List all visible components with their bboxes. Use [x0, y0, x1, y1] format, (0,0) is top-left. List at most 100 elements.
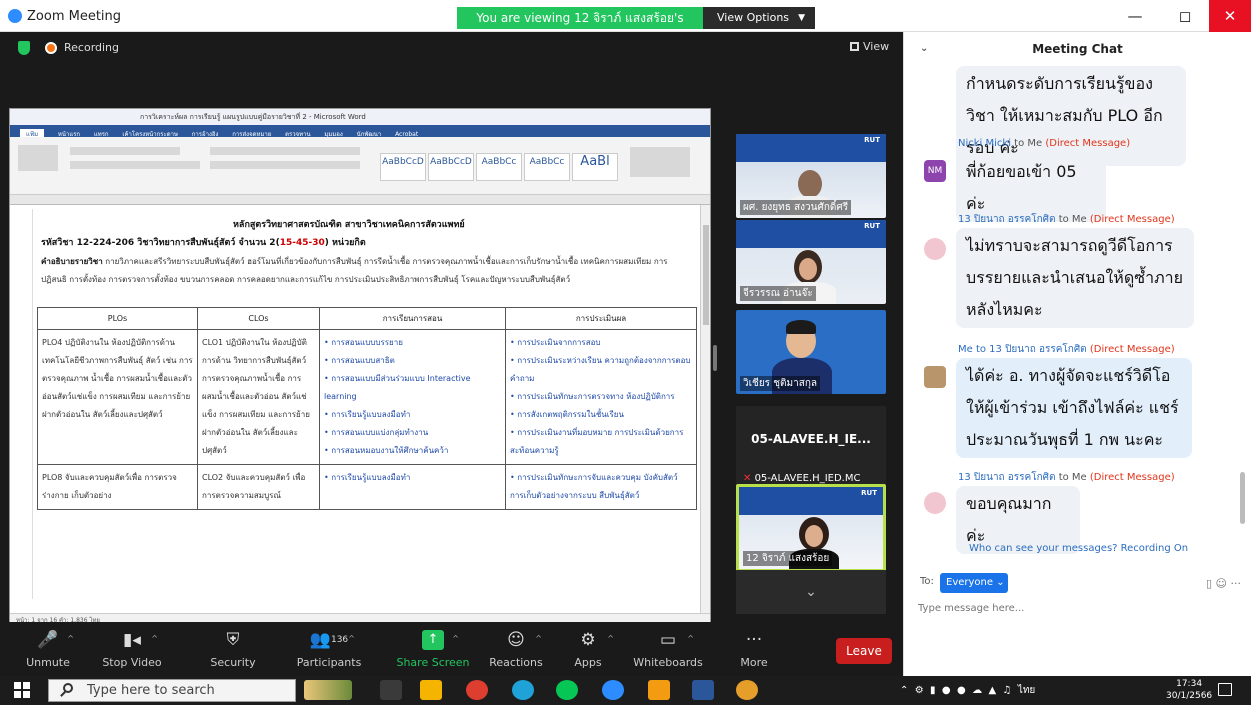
list-item: การประเมินทักษะการตรวจทาง ห้องปฏิบัติการ — [510, 388, 692, 406]
unmute-button[interactable]: 🎤 ^ Unmute — [8, 622, 88, 676]
word-icon[interactable] — [692, 680, 714, 700]
doc-title: หลักสูตรวิทยาศาสตรบัณฑิต สาขาวิชาเทคนิคก… — [233, 220, 465, 230]
file-icon[interactable]: ▯ — [1206, 577, 1212, 590]
chrome-icon[interactable] — [466, 680, 488, 700]
encryption-shield-icon — [18, 41, 30, 55]
document-page[interactable]: หลักสูตรวิทยาศาสตรบัณฑิต สาขาวิชาเทคนิคก… — [32, 209, 702, 599]
participant-name-large: 05-ALAVEE.H_IE... — [751, 432, 871, 446]
line-icon[interactable] — [556, 680, 578, 700]
who-can-see-link[interactable]: Who can see your messages? Recording On — [969, 543, 1188, 554]
list-item: การเรียนรู้แบบลงมือทำ — [324, 406, 501, 424]
editing-group[interactable] — [630, 147, 690, 177]
zoom-taskbar-icon[interactable] — [602, 680, 624, 700]
caret-up-icon[interactable]: ^ — [348, 634, 355, 643]
security-button[interactable]: ⛨ Security — [193, 622, 273, 676]
apps-button[interactable]: ⚙ ^ Apps — [548, 622, 628, 676]
chat-recipient-select[interactable]: Everyone ⌄ — [940, 573, 1008, 593]
taskbar-clock[interactable]: 17:34 30/1/2566 — [1166, 678, 1212, 702]
view-button[interactable]: View — [850, 40, 889, 53]
paragraph-buttons[interactable] — [210, 147, 360, 155]
style-heading1[interactable]: AaBbCc — [476, 153, 522, 181]
word-scrollbar[interactable] — [700, 205, 710, 613]
more-dots-icon[interactable]: ··· — [1231, 577, 1242, 590]
windows-start-icon[interactable] — [14, 682, 31, 699]
minimize-button[interactable]: — — [1112, 0, 1158, 32]
meeting-chat-panel: ⌄ Meeting Chat กำหนดระดับการเรียนรู้ของว… — [903, 32, 1251, 676]
active-speaker-tile[interactable]: RUT 12 จิราภ์ แสงสร้อย — [736, 484, 886, 572]
caret-up-icon[interactable]: ^ — [535, 634, 542, 643]
list-item: การสอนแบบบรรยาย — [324, 334, 501, 352]
list-item: การประเมินระหว่างเรียน ความถูกต้องจากการ… — [510, 352, 692, 388]
weather-widget-icon[interactable] — [304, 680, 352, 700]
shield-icon: ⛨ — [226, 630, 240, 650]
app-icon[interactable] — [648, 680, 670, 700]
whiteboard-icon: ▭ — [659, 630, 677, 650]
desc-label: คำอธิบายรายวิชา — [41, 257, 103, 266]
font-name-box[interactable] — [70, 147, 180, 155]
chat-recipient: to Me — [1014, 138, 1043, 149]
viewing-banner: You are viewing 12 จิราภ์ แสงสร้อย's scr… — [457, 7, 703, 47]
chat-sender: Me to 13 ปิยนาถ อรรคโกศิต — [958, 344, 1087, 355]
style-title[interactable]: AaBl — [572, 153, 618, 181]
course-credit-hours: 15-45-30 — [279, 238, 325, 248]
style-no-spacing[interactable]: AaBbCcD — [428, 153, 474, 181]
unmute-label: Unmute — [26, 656, 70, 669]
close-button[interactable]: ✕ — [1209, 0, 1251, 32]
leave-button[interactable]: Leave — [836, 638, 892, 664]
edge-icon[interactable] — [512, 680, 534, 700]
whiteboards-button[interactable]: ▭ ^ Whiteboards — [628, 622, 708, 676]
gallery-collapse-button[interactable]: ⌄ — [736, 570, 886, 614]
table-cell-eval: การประเมินจากการสอบ การประเมินระหว่างเรี… — [505, 329, 697, 465]
caret-up-icon[interactable]: ^ — [687, 634, 694, 643]
system-tray[interactable]: ⌃ ⚙ ▮ ● ● ☁ ▲ ♫ ไทย — [900, 676, 1035, 705]
notification-icon[interactable] — [1218, 683, 1232, 696]
alignment-buttons[interactable] — [210, 161, 360, 169]
font-format-buttons[interactable] — [70, 161, 200, 169]
task-view-icon[interactable] — [380, 680, 402, 700]
shared-screen-word-document[interactable]: การวิเคราะห์ผล การเรียนรู้ แผนรูปแบบคู่ม… — [9, 108, 711, 628]
emoji-icon[interactable]: ☺ — [1216, 577, 1227, 590]
recording-icon[interactable] — [45, 42, 57, 54]
slide-logo: RUT — [861, 489, 877, 497]
maximize-button[interactable]: ◻ — [1162, 0, 1208, 32]
list-item: การสอนแบบมีส่วนร่วมแบบ Interactive learn… — [324, 370, 501, 406]
view-options-button[interactable]: View Options ▼ — [703, 7, 815, 29]
split-resize-handle[interactable] — [713, 345, 717, 371]
share-screen-button[interactable]: ↑ ^ Share Screen — [393, 622, 473, 676]
chevron-down-icon: ⌄ — [996, 577, 1005, 588]
file-explorer-icon[interactable] — [420, 680, 442, 700]
style-normal[interactable]: AaBbCcD — [380, 153, 426, 181]
chat-scrollbar[interactable] — [1240, 472, 1245, 524]
direct-message-tag: (Direct Message) — [1089, 344, 1175, 355]
chevron-down-icon[interactable]: ⌄ — [920, 32, 928, 66]
stop-video-button[interactable]: ▮◂ ^ Stop Video — [92, 622, 172, 676]
table-cell-clo: CLO1 ปฏิบัติงานใน ห้องปฏิบัติการด้าน วิท… — [197, 329, 320, 465]
video-tile[interactable]: 05-ALAVEE.H_IE... ✕ 05-ALAVEE.H_IED.MC — [736, 406, 886, 490]
video-tile[interactable]: RUT ผศ. ยงยุทธ สงวนศักดิ์ศรี — [736, 134, 886, 218]
chat-message-input[interactable] — [918, 598, 1238, 618]
search-placeholder: Type here to search — [87, 683, 215, 698]
chevron-down-icon: ⌄ — [805, 584, 817, 600]
scroll-thumb[interactable] — [703, 225, 709, 325]
chat-message-list[interactable]: กำหนดระดับการเรียนรู้ของวิชา ให้เหมาะสมก… — [904, 66, 1251, 566]
taskbar-search[interactable]: Type here to search — [48, 679, 296, 702]
caret-up-icon[interactable]: ^ — [151, 634, 158, 643]
more-button[interactable]: ··· More — [714, 622, 794, 676]
app-icon[interactable] — [736, 680, 758, 700]
video-tile[interactable]: วิเชียร ชุติมาสกุล — [736, 310, 886, 394]
caret-up-icon[interactable]: ^ — [452, 634, 459, 643]
participants-button[interactable]: 👥136 ^ Participants — [289, 622, 369, 676]
reactions-button[interactable]: ☺ ^ Reactions — [476, 622, 556, 676]
chat-message-text: ไม่ทราบจะสามารถดูวีดีโอการ บรรยายและนำเส… — [956, 228, 1194, 328]
caret-up-icon[interactable]: ^ — [607, 634, 614, 643]
participant-name-text: 05-ALAVEE.H_IED.MC — [754, 473, 861, 484]
paste-icon[interactable] — [18, 145, 58, 171]
stop-video-label: Stop Video — [102, 656, 162, 669]
style-heading2[interactable]: AaBbCc — [524, 153, 570, 181]
apps-label: Apps — [574, 656, 602, 669]
participant-face-skin — [805, 525, 823, 547]
video-tile[interactable]: RUT จีรวรรณ อ่านจ๊ะ — [736, 220, 886, 304]
list-item: การสอนหมอบงานให้ศึกษาค้นคว้า — [324, 442, 501, 460]
more-label: More — [740, 656, 768, 669]
caret-up-icon[interactable]: ^ — [67, 634, 74, 643]
